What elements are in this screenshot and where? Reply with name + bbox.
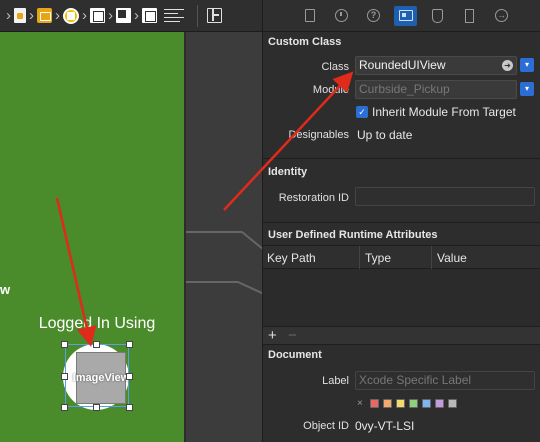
remove-attribute-button[interactable]: − [288,327,297,344]
quick-help-tab[interactable]: ? [362,6,385,26]
module-field[interactable]: Curbside_Pickup [355,80,517,99]
add-attribute-button[interactable]: + [268,327,277,344]
chevron-right-icon: › [108,7,113,24]
custom-class-title: Custom Class [268,36,342,48]
resize-handle-r[interactable] [126,373,133,380]
inherit-module-label: Inherit Module From Target [372,105,516,119]
ruler-icon [465,8,474,23]
logged-in-label[interactable]: Logged In Using [22,315,172,333]
chevron-right-icon: › [29,7,34,24]
add-editor-icon[interactable] [207,8,222,23]
storyboard-icon[interactable] [37,8,52,23]
resize-handle-br[interactable] [126,404,133,411]
resize-handle-tr[interactable] [126,341,133,348]
clock-icon [335,9,348,22]
runtime-attributes-title: User Defined Runtime Attributes [268,229,438,241]
chevron-right-icon: › [134,7,139,24]
list-icon[interactable] [164,8,184,23]
label-color-swatch-4[interactable] [408,399,418,408]
adjacent-scene[interactable] [184,32,262,442]
label-color-swatches: × [357,398,457,409]
inspector-tabs: ? → [263,0,540,32]
segue-lines [186,231,262,295]
resize-handle-t[interactable] [93,341,100,348]
view-controller-icon[interactable] [63,7,79,24]
file-inspector-tab[interactable] [298,6,321,26]
column-value[interactable]: Value [437,251,467,265]
document-title: Document [268,349,322,361]
resize-handle-bl[interactable] [61,404,68,411]
swift-file-icon[interactable] [14,8,26,23]
identity-card-icon [398,10,413,21]
label-color-swatch-5[interactable] [421,399,431,408]
connections-inspector-tab[interactable]: → [490,6,513,26]
attributes-icon [432,8,443,23]
label-color-swatch-6[interactable] [434,399,444,408]
subview-icon[interactable] [116,8,131,23]
designables-label: Designables [288,129,349,141]
class-label: Class [321,61,349,73]
object-id-value: 0vy-VT-LSI [355,419,415,433]
class-field[interactable]: RoundedUIView [355,56,517,75]
column-key-path[interactable]: Key Path [267,251,316,265]
module-label: Module [312,84,349,96]
document-label-label: Label [322,375,349,387]
runtime-attributes-table[interactable] [263,269,540,326]
chevron-right-icon: › [6,7,11,24]
attributes-inspector-tab[interactable] [426,6,449,26]
section-divider [263,344,540,345]
module-dropdown-button[interactable]: ▾ [520,82,534,96]
section-divider [263,222,540,223]
label-color-swatch-3[interactable] [395,399,405,408]
inspector-panel: ? → Custom Class Class RoundedUIView ➜ ▾… [262,0,540,442]
chevron-right-icon: › [55,7,60,24]
arrow-circle-icon: → [495,9,508,22]
resize-handle-l[interactable] [61,373,68,380]
file-icon [304,9,315,22]
inherit-module-checkbox[interactable]: ✓ [356,106,368,118]
designables-value: Up to date [357,128,413,142]
xcode-interface-builder: › › › › › › w Logged In Using ImageView [0,0,540,442]
runtime-attributes-header: Key Path Type Value [263,245,540,269]
document-label-field[interactable]: Xcode Specific Label [355,371,535,390]
identity-title: Identity [268,166,308,178]
jump-bar: › › › › › › [0,0,262,32]
label-color-swatch-1[interactable] [369,399,379,408]
label-color-swatch-7[interactable] [447,399,457,408]
help-icon: ? [367,9,380,22]
selected-view-icon[interactable] [142,8,157,23]
selection-outline [65,344,129,407]
identity-inspector-tab[interactable] [394,5,417,26]
go-to-class-icon[interactable]: ➜ [502,60,513,71]
class-dropdown-button[interactable]: ▾ [520,58,534,72]
restoration-id-field[interactable] [355,187,535,206]
partial-label[interactable]: w [0,282,10,297]
chevron-right-icon: › [82,7,87,24]
column-separator [431,246,432,269]
view-icon[interactable] [90,8,105,23]
restoration-id-label: Restoration ID [278,192,349,204]
storyboard-canvas[interactable]: w Logged In Using ImageView [0,32,262,442]
toolbar-divider [197,4,198,27]
runtime-attributes-footer: + − [263,326,540,344]
section-divider [263,158,540,159]
clear-color-swatch[interactable]: × [357,398,363,409]
resize-handle-tl[interactable] [61,341,68,348]
column-type[interactable]: Type [365,251,391,265]
resize-handle-b[interactable] [93,404,100,411]
size-inspector-tab[interactable] [458,6,481,26]
label-color-swatch-2[interactable] [382,399,392,408]
object-id-label: Object ID [303,420,349,432]
history-inspector-tab[interactable] [330,6,353,26]
column-separator [359,246,360,269]
